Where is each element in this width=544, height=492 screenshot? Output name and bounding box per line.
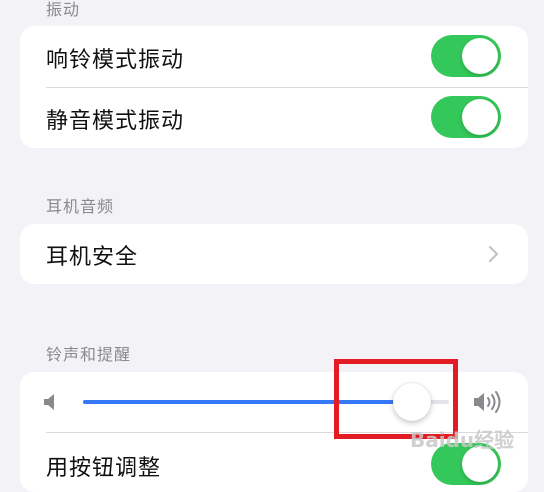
headphone-safety-row[interactable]: 耳机安全 [20,224,528,284]
change-with-buttons-label: 用按钮调整 [46,456,162,481]
silent-mode-vibration-label: 静音模式振动 [46,109,185,134]
baidu-watermark: Baidu经验 [410,428,515,452]
speaker-high-icon [474,391,501,413]
headphone-safety-label: 耳机安全 [46,245,139,270]
speaker-low-icon [44,394,54,410]
toggle-knob [462,38,498,74]
toggle-knob [462,99,498,135]
ring-mode-vibration-row[interactable]: 响铃模式振动 [20,26,528,87]
silent-mode-vibration-row[interactable]: 静音模式振动 [20,88,528,148]
ring-mode-vibration-toggle[interactable] [431,35,501,77]
silent-mode-vibration-toggle[interactable] [431,96,501,138]
chevron-right-icon [488,245,499,263]
section-header-headphone-audio: 耳机音频 [46,197,115,216]
vibration-card: 响铃模式振动 静音模式振动 [20,26,528,148]
ring-mode-vibration-label: 响铃模式振动 [46,48,185,73]
headphone-audio-card: 耳机安全 [20,224,528,284]
section-header-vibration: 振动 [46,0,81,19]
section-header-ringtones-alerts: 铃声和提醒 [46,345,132,364]
